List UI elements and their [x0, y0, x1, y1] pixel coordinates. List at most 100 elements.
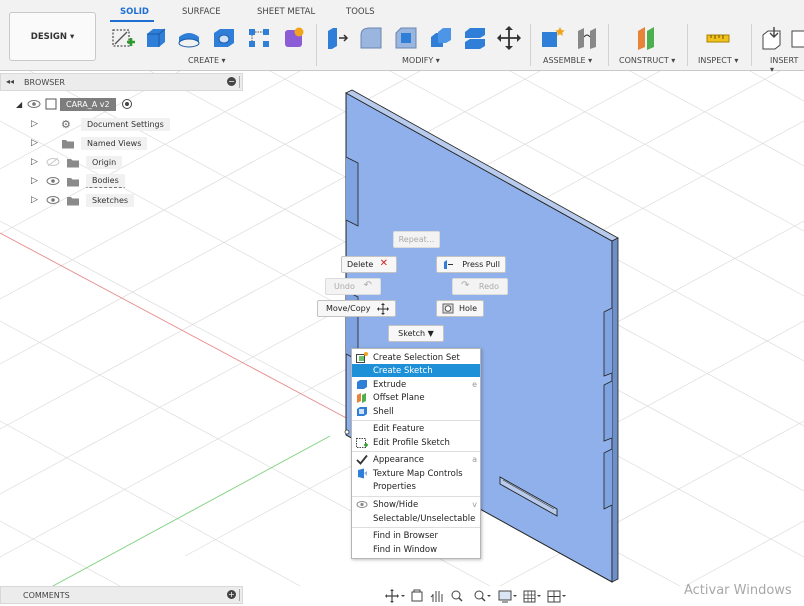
viewports-icon[interactable] [547, 590, 566, 603]
eye-icon[interactable] [26, 98, 42, 110]
menu-item-properties[interactable]: Properties [352, 480, 480, 493]
orbit-icon[interactable] [385, 589, 405, 603]
eye-icon [356, 501, 368, 508]
checkmark-icon [356, 454, 368, 465]
menu-item-extrude[interactable]: Extrude e [352, 378, 480, 391]
expand-right-icon[interactable]: ▷ [31, 157, 45, 167]
texture-map-icon [358, 468, 367, 479]
construct-menu[interactable]: CONSTRUCT ▾ [619, 56, 675, 65]
press-pull-icon[interactable] [325, 25, 351, 51]
menu-item-find-in-browser[interactable]: Find in Browser [352, 529, 480, 542]
expand-right-icon[interactable]: ▷ [31, 119, 45, 129]
menu-item-create-sketch[interactable]: Create Sketch [352, 364, 480, 377]
menu-item-create-selection-set[interactable]: Create Selection Set [352, 351, 480, 364]
comments-panel-header[interactable]: COMMENTS + [0, 586, 243, 604]
decal-icon[interactable] [790, 25, 804, 51]
eye-hidden-icon[interactable] [45, 156, 61, 168]
activate-radio-icon[interactable] [121, 98, 133, 110]
expand-right-icon[interactable]: ▷ [31, 195, 45, 205]
browser-item-label: Named Views [81, 136, 148, 150]
measure-icon[interactable] [705, 25, 731, 51]
extrude-icon[interactable] [143, 25, 169, 51]
design-workspace-button[interactable]: DESIGN ▾ [9, 12, 96, 61]
panel-splitter[interactable] [239, 76, 240, 88]
menu-item-texture-map-controls[interactable]: Texture Map Controls [352, 467, 480, 480]
repeat-button[interactable]: Repeat... [393, 231, 440, 248]
look-at-icon[interactable] [411, 589, 423, 602]
browser-item-sketches[interactable]: ▷ Sketches [31, 192, 135, 208]
revolve-icon[interactable] [176, 25, 202, 51]
menu-divider [352, 496, 480, 497]
browser-item-document-settings[interactable]: ▷ ⚙ Document Settings [31, 116, 170, 132]
display-settings-icon[interactable] [498, 590, 517, 603]
sketch-dropdown-button[interactable]: Sketch ▼ [388, 325, 444, 342]
assemble-menu[interactable]: ASSEMBLE ▾ [543, 56, 592, 65]
menu-item-edit-feature[interactable]: Edit Feature [352, 422, 480, 435]
browser-item-root[interactable]: ◢ CARA_A v2 [16, 96, 133, 112]
x-axis-line [0, 232, 381, 437]
add-comment-icon[interactable]: + [227, 590, 236, 599]
menu-item-shell[interactable]: Shell [352, 405, 480, 418]
menu-item-offset-plane[interactable]: Offset Plane [352, 391, 480, 404]
zoom-icon[interactable] [451, 590, 463, 602]
modify-menu[interactable]: MODIFY ▾ [402, 56, 440, 65]
delete-button[interactable]: Delete ✕ [341, 256, 397, 273]
tab-sheet-metal[interactable]: SHEET METAL [257, 7, 315, 17]
browser-panel-header[interactable]: ◂◂ BROWSER − [0, 73, 243, 91]
combine-icon[interactable] [428, 25, 454, 51]
menu-item-label: Selectable/Unselectable [373, 513, 476, 524]
pan-icon[interactable] [430, 591, 443, 602]
expand-right-icon[interactable]: ▷ [31, 176, 45, 186]
hole-small-icon [442, 303, 454, 314]
redo-button[interactable]: ↷ Redo [452, 278, 508, 295]
tab-solid[interactable]: SOLID [120, 7, 149, 17]
align-icon[interactable] [462, 25, 488, 51]
collapse-panel-icon[interactable]: ◂◂ [6, 77, 14, 86]
press-pull-button[interactable]: Press Pull [436, 256, 506, 273]
fit-icon[interactable] [474, 590, 491, 602]
expand-down-icon[interactable]: ◢ [16, 100, 26, 109]
delete-x-icon: ✕ [379, 258, 388, 269]
hole-button[interactable]: Hole [436, 300, 484, 317]
form-icon[interactable] [281, 25, 307, 51]
expand-right-icon[interactable]: ▷ [31, 138, 45, 148]
menu-item-find-in-window[interactable]: Find in Window [352, 543, 480, 556]
create-menu[interactable]: CREATE ▾ [188, 56, 226, 65]
tab-surface[interactable]: SURFACE [182, 7, 221, 17]
browser-title: BROWSER [24, 78, 65, 87]
hole-tool-icon[interactable] [211, 25, 237, 51]
insert-icon[interactable] [760, 25, 786, 51]
undo-button[interactable]: Undo ↶ [325, 278, 381, 295]
browser-item-origin[interactable]: ▷ Origin [31, 154, 123, 170]
menu-item-appearance[interactable]: Appearance a [352, 453, 480, 466]
delete-label: Delete [347, 260, 374, 269]
fillet-icon[interactable] [358, 25, 384, 51]
eye-icon[interactable] [45, 194, 61, 206]
chamfer-icon[interactable] [393, 25, 419, 51]
panel-splitter[interactable] [239, 589, 240, 601]
joint-icon[interactable] [574, 25, 600, 51]
inspect-menu[interactable]: INSPECT ▾ [698, 56, 738, 65]
menu-item-show-hide[interactable]: Show/Hide v [352, 498, 480, 511]
menu-item-edit-profile-sketch[interactable]: Edit Profile Sketch [352, 436, 480, 449]
eye-icon[interactable] [45, 175, 61, 187]
move-icon[interactable] [496, 25, 522, 51]
move-copy-button[interactable]: Move/Copy [317, 300, 396, 317]
offset-plane-icon[interactable] [634, 25, 660, 51]
shell-small-icon [357, 407, 367, 416]
offset-plane-small-icon [357, 393, 366, 403]
menu-item-label: Create Selection Set [373, 352, 460, 363]
create-sketch-icon[interactable] [110, 25, 136, 51]
panel-minimize-icon[interactable]: − [227, 77, 236, 86]
tab-tools[interactable]: TOOLS [346, 7, 375, 17]
browser-item-named-views[interactable]: ▷ Named Views [31, 135, 148, 151]
move-arrows-icon [377, 303, 389, 315]
menu-item-selectable[interactable]: Selectable/Unselectable [352, 512, 480, 525]
pattern-icon[interactable] [246, 25, 272, 51]
menu-item-label: Find in Window [373, 544, 438, 555]
new-component-icon[interactable] [539, 25, 565, 51]
extrude-small-icon [357, 380, 367, 389]
browser-item-bodies[interactable]: ▷ Bodies [31, 173, 125, 189]
grid-settings-icon[interactable] [523, 590, 541, 603]
active-tab-indicator [110, 20, 154, 22]
